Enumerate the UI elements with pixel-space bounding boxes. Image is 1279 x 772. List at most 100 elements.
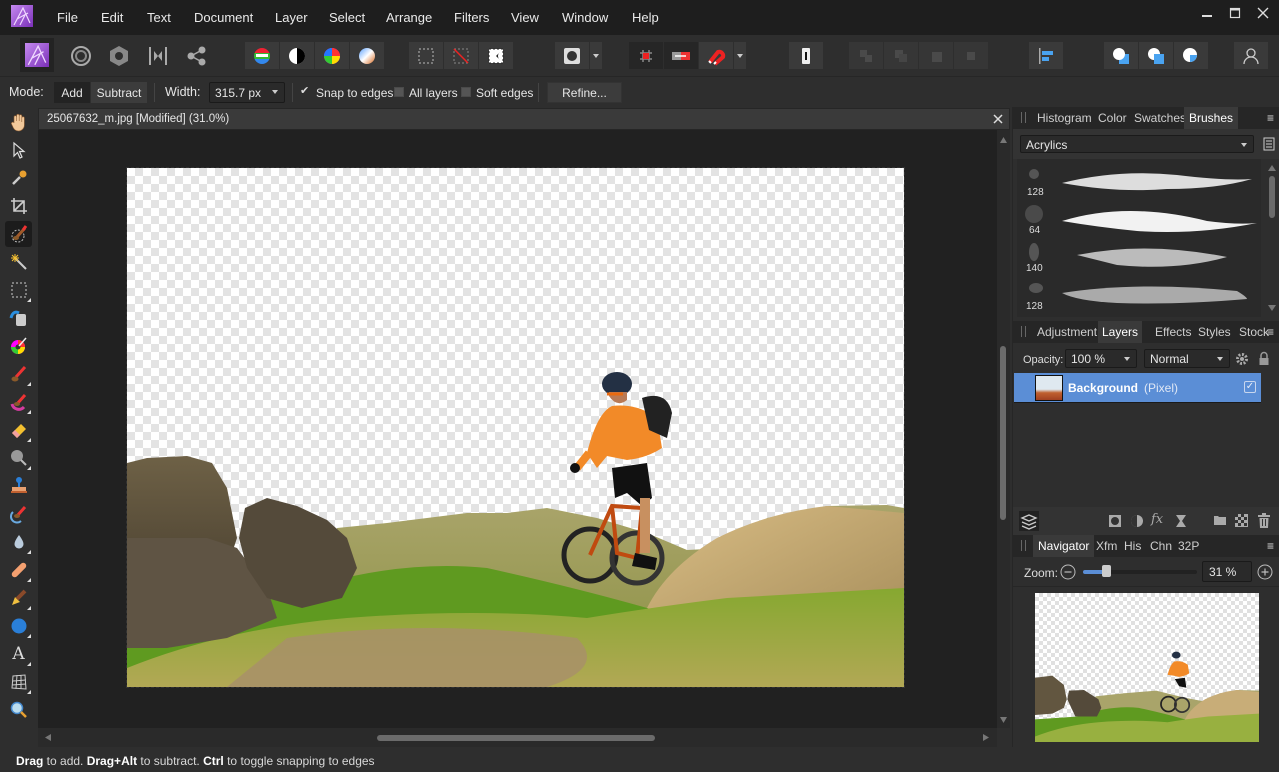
tab-layers[interactable]: Layers — [1098, 321, 1143, 343]
document-tab[interactable]: 25067632_m.jpg [Modified] (31.0%) — [38, 108, 1010, 130]
menu-edit[interactable]: Edit — [101, 10, 123, 25]
brush-item[interactable]: 128 — [1017, 163, 1261, 201]
tab-styles[interactable]: Styles — [1198, 325, 1231, 339]
liquify-persona-button[interactable] — [64, 42, 98, 69]
brush-item[interactable]: 128 — [1017, 277, 1261, 315]
tab-histogram[interactable]: Histogram — [1037, 111, 1092, 125]
navigator-preview[interactable] — [1035, 593, 1259, 742]
horizontal-scrollbar[interactable] — [38, 728, 997, 747]
tab-adjustment[interactable]: Adjustment — [1037, 325, 1097, 339]
menu-text[interactable]: Text — [147, 10, 171, 25]
mask-layer-icon[interactable] — [1108, 514, 1122, 528]
menu-filters[interactable]: Filters — [454, 10, 489, 25]
tab-32bit-preview[interactable]: 32P — [1178, 539, 1199, 553]
erase-brush-tool[interactable] — [5, 417, 32, 443]
subtract-boolean-button[interactable] — [1139, 42, 1173, 69]
document-close-button[interactable] — [993, 111, 1003, 127]
brush-list-view-icon[interactable] — [1263, 137, 1275, 151]
dodge-brush-tool[interactable] — [5, 445, 32, 471]
brush-list-scrollbar[interactable] — [1264, 159, 1279, 317]
color-replacement-tool[interactable] — [5, 389, 32, 415]
snap-to-edges-checkbox[interactable]: ✔ — [300, 86, 310, 97]
export-persona-button[interactable] — [180, 42, 214, 69]
hsl-button[interactable] — [315, 42, 349, 69]
opacity-field[interactable]: 100 % — [1065, 349, 1137, 368]
user-account-button[interactable] — [1234, 42, 1268, 69]
blur-brush-tool[interactable] — [5, 529, 32, 555]
flood-select-tool[interactable] — [5, 249, 32, 275]
all-layers-checkbox[interactable] — [394, 87, 404, 97]
tab-channels[interactable]: Chn — [1150, 539, 1172, 553]
healing-brush-tool[interactable] — [5, 557, 32, 583]
tab-swatches[interactable]: Swatches — [1134, 111, 1186, 125]
tab-color[interactable]: Color — [1098, 111, 1127, 125]
menu-file[interactable]: File — [57, 10, 78, 25]
move-back-button[interactable] — [884, 42, 918, 69]
clone-brush-tool[interactable] — [5, 473, 32, 499]
artistic-text-tool[interactable]: A — [5, 641, 32, 667]
menu-arrange[interactable]: Arrange — [386, 10, 432, 25]
close-window-button[interactable] — [1252, 6, 1274, 24]
zoom-slider[interactable] — [1083, 565, 1197, 577]
rectangular-marquee-tool[interactable] — [5, 277, 32, 303]
color-picker-tool[interactable] — [5, 165, 32, 191]
tab-brushes[interactable]: Brushes — [1184, 107, 1239, 129]
snapping-dropdown[interactable] — [734, 42, 746, 69]
trash-icon[interactable] — [1258, 513, 1270, 528]
pixel-layer-icon[interactable] — [1235, 514, 1248, 527]
mode-add-button[interactable]: Add — [54, 82, 90, 103]
levels-button[interactable] — [245, 42, 279, 69]
white-balance-button[interactable] — [280, 42, 314, 69]
layer-visibility-checkbox[interactable]: ✓ — [1244, 381, 1256, 393]
paint-brush-tool[interactable] — [5, 361, 32, 387]
panel-menu-icon[interactable]: ≡ — [1267, 539, 1274, 553]
invert-selection-button[interactable] — [479, 42, 513, 69]
group-folder-icon[interactable] — [1213, 514, 1227, 526]
tab-navigator[interactable]: Navigator — [1033, 535, 1095, 557]
menu-view[interactable]: View — [511, 10, 539, 25]
pen-tool[interactable] — [5, 585, 32, 611]
brush-item[interactable]: 64 — [1017, 201, 1261, 239]
align-button[interactable] — [1029, 42, 1063, 69]
brush-list-scroll-thumb[interactable] — [1269, 176, 1275, 218]
adjustment-layer-icon[interactable] — [1130, 514, 1144, 528]
layer-row-background[interactable]: Background (Pixel) ✓ — [1014, 373, 1261, 403]
crop-tool[interactable] — [5, 193, 32, 219]
document-image[interactable] — [126, 167, 905, 688]
panel-grip-icon[interactable] — [1021, 326, 1026, 337]
panel-grip-icon[interactable] — [1021, 540, 1026, 551]
color-wheel-tool[interactable] — [5, 333, 32, 359]
minimize-button[interactable] — [1196, 6, 1218, 24]
panel-menu-icon[interactable]: ≡ — [1267, 325, 1274, 339]
blend-mode-dropdown[interactable]: Normal — [1144, 349, 1230, 368]
quick-mask-button[interactable] — [555, 42, 589, 69]
soft-edges-checkbox[interactable] — [461, 87, 471, 97]
menu-layer[interactable]: Layer — [275, 10, 308, 25]
undo-brush-tool[interactable] — [5, 501, 32, 527]
refine-button[interactable]: Refine... — [547, 82, 622, 103]
zoom-value-field[interactable]: 31 % — [1202, 561, 1252, 582]
deselect-button[interactable] — [444, 42, 478, 69]
recolor-button[interactable] — [350, 42, 384, 69]
snapping-button[interactable] — [699, 42, 733, 69]
menu-select[interactable]: Select — [329, 10, 365, 25]
menu-window[interactable]: Window — [562, 10, 608, 25]
move-forward-button[interactable] — [919, 42, 953, 69]
tab-history[interactable]: His — [1124, 539, 1141, 553]
add-boolean-button[interactable] — [1104, 42, 1138, 69]
brush-category-dropdown[interactable]: Acrylics — [1020, 135, 1254, 153]
insert-target-button[interactable] — [789, 42, 823, 69]
zoom-in-button[interactable] — [1257, 564, 1273, 580]
select-all-button[interactable] — [409, 42, 443, 69]
brush-item[interactable]: 140 — [1017, 239, 1261, 277]
vertical-scroll-thumb[interactable] — [1000, 346, 1006, 520]
mesh-warp-tool[interactable] — [5, 669, 32, 695]
horizontal-scroll-thumb[interactable] — [377, 735, 655, 741]
move-to-back-button[interactable] — [849, 42, 883, 69]
view-tool[interactable] — [5, 109, 32, 135]
tone-mapping-persona-button[interactable] — [141, 42, 175, 69]
menu-help[interactable]: Help — [632, 10, 659, 25]
tab-effects[interactable]: Effects — [1155, 325, 1191, 339]
zoom-tool[interactable] — [5, 697, 32, 723]
move-tool[interactable] — [5, 137, 32, 163]
